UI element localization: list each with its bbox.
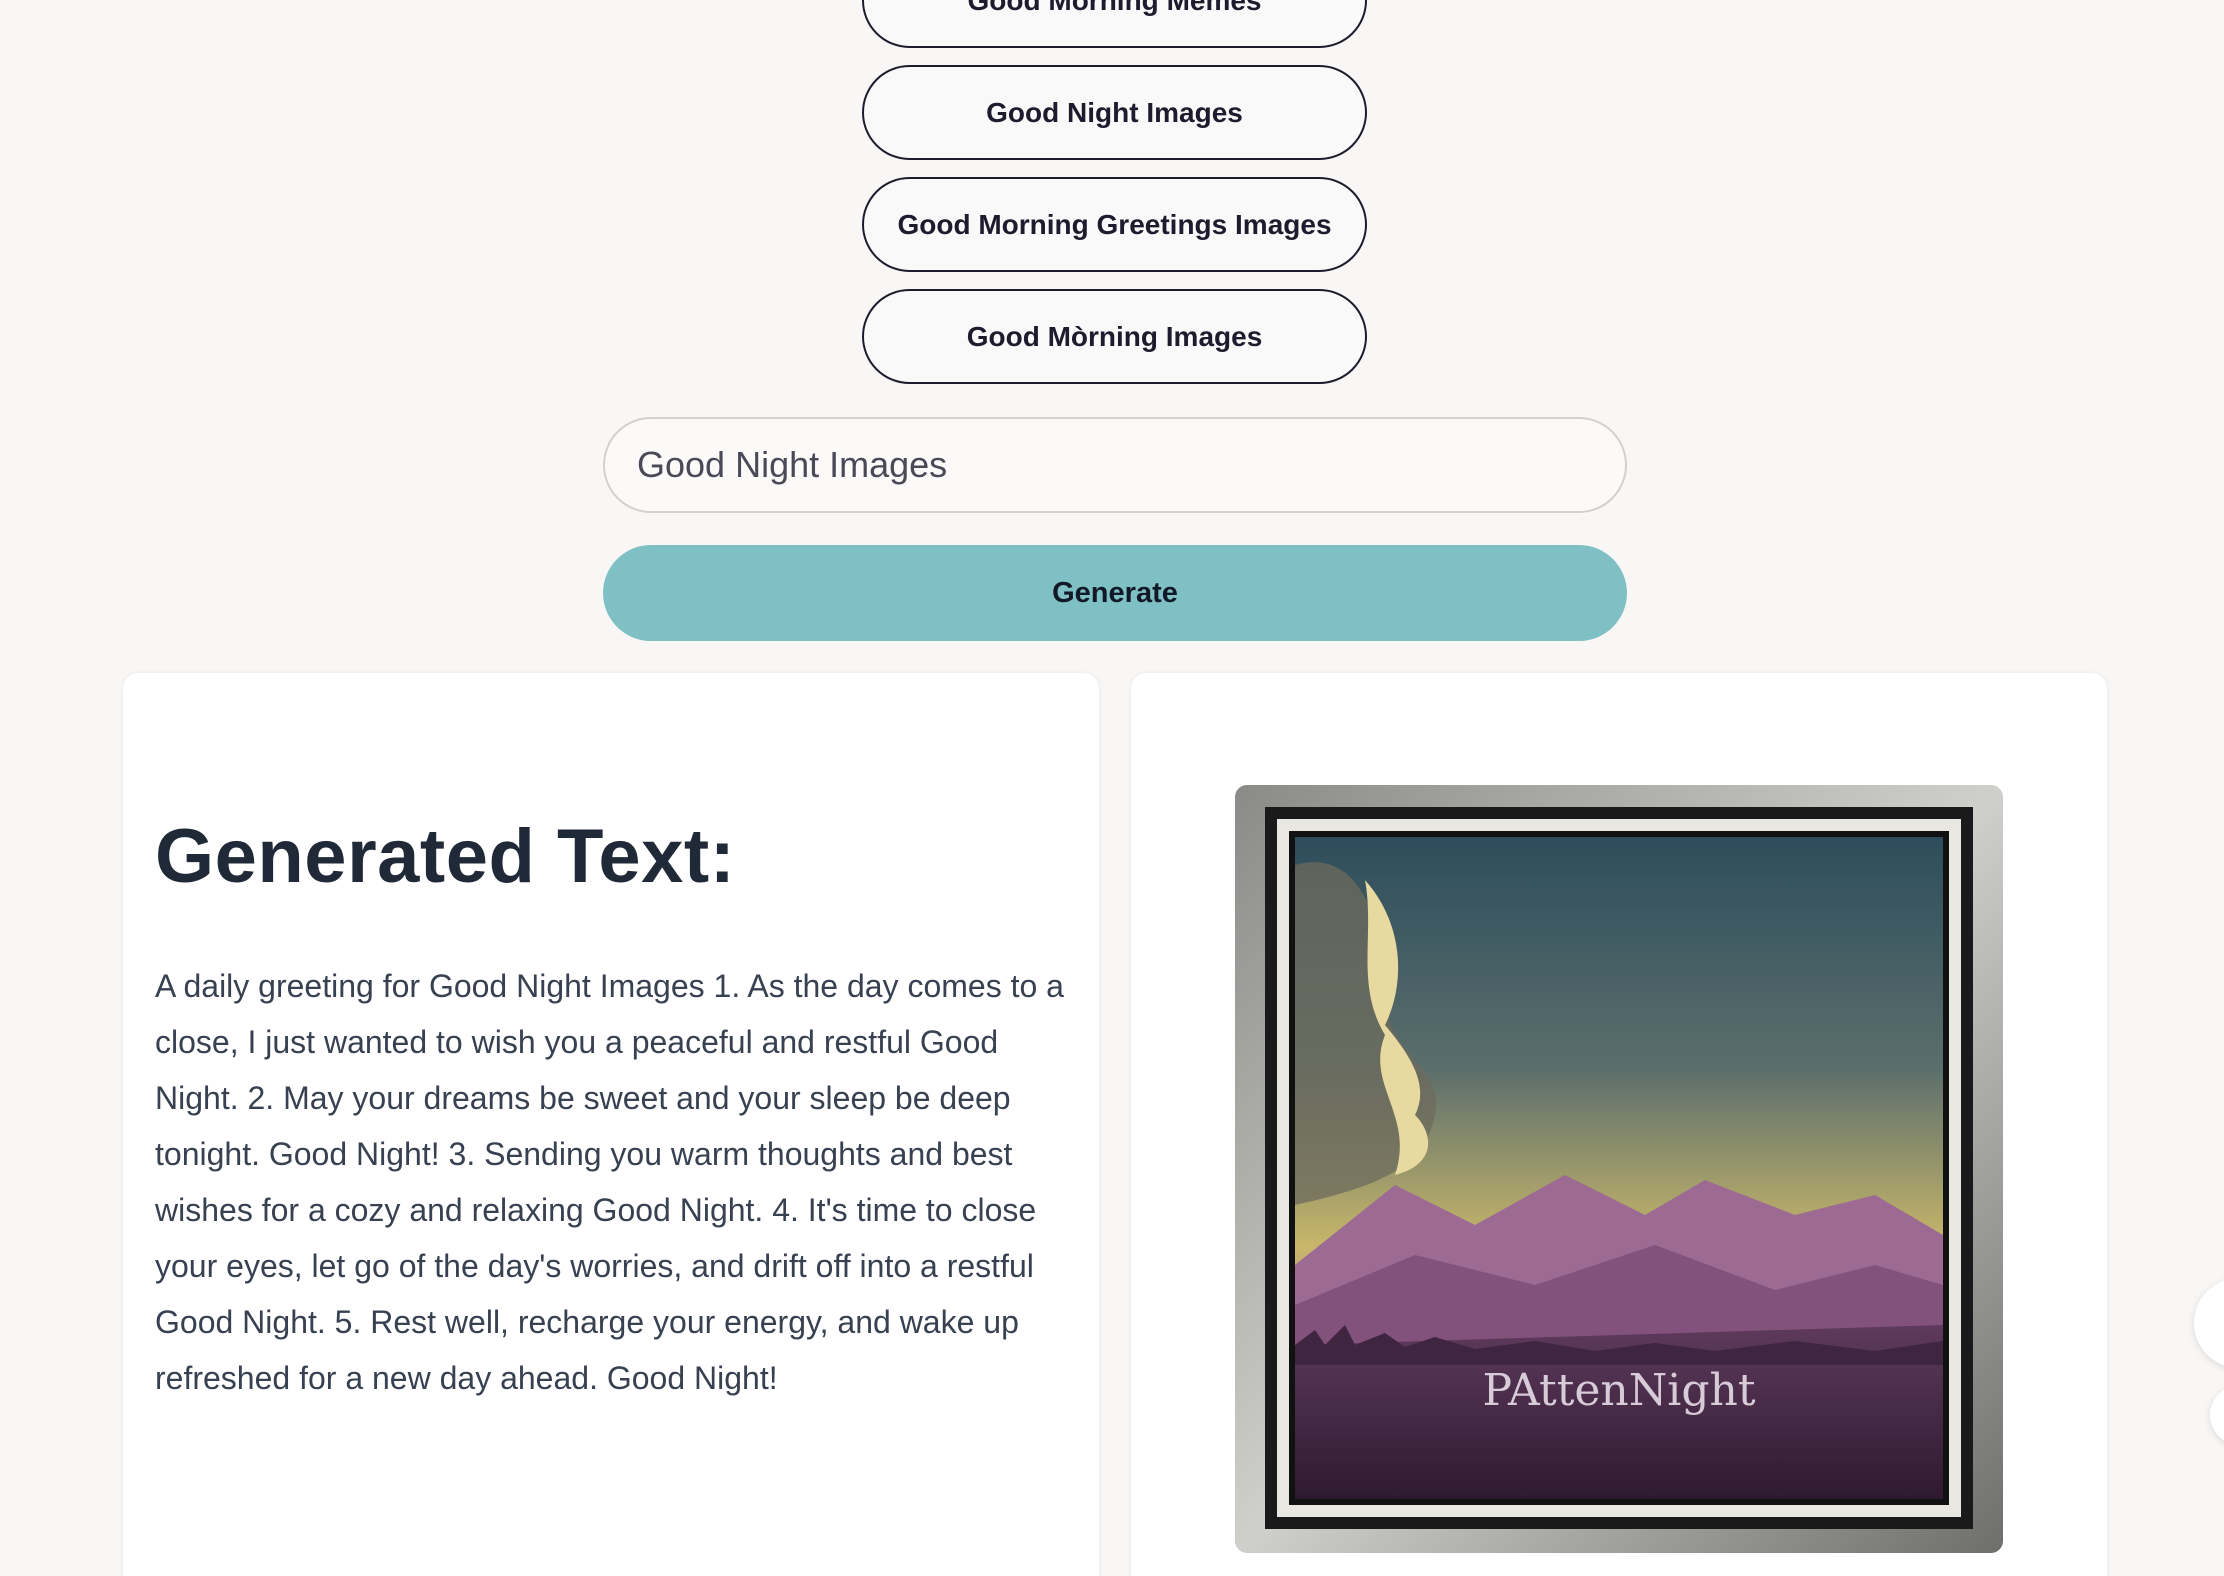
generated-image-card: PAttenNight xyxy=(1131,673,2107,1576)
generate-button[interactable]: Generate xyxy=(603,545,1627,641)
chip-label: Good Morning Greetings Images xyxy=(897,208,1332,240)
chat-widget-button[interactable] xyxy=(2194,1278,2224,1368)
page: Good Morning Memes Good Night Images Goo… xyxy=(0,0,2224,1576)
generated-text-body: A daily greeting for Good Night Images 1… xyxy=(155,968,1064,1396)
generated-text-card: Generated Text: A daily greeting for Goo… xyxy=(123,673,1099,1576)
chip-label: Good Morning Memes xyxy=(967,0,1262,16)
chip-good-morning-images[interactable]: Good Mòrning Images xyxy=(862,289,1367,384)
prompt-input[interactable] xyxy=(603,417,1627,513)
chip-good-morning-greetings-images[interactable]: Good Morning Greetings Images xyxy=(862,177,1367,272)
chip-label: Good Night Images xyxy=(986,96,1243,128)
chip-label: Good Mòrning Images xyxy=(966,320,1263,352)
chip-good-morning-memes[interactable]: Good Morning Memes xyxy=(862,0,1367,48)
chip-good-night-images[interactable]: Good Night Images xyxy=(862,65,1367,160)
generated-image: PAttenNight xyxy=(1235,785,2003,1553)
scroll-top-button[interactable] xyxy=(2210,1385,2224,1445)
image-caption: PAttenNight xyxy=(1482,1365,1755,1416)
generated-text-title: Generated Text: xyxy=(155,814,736,899)
